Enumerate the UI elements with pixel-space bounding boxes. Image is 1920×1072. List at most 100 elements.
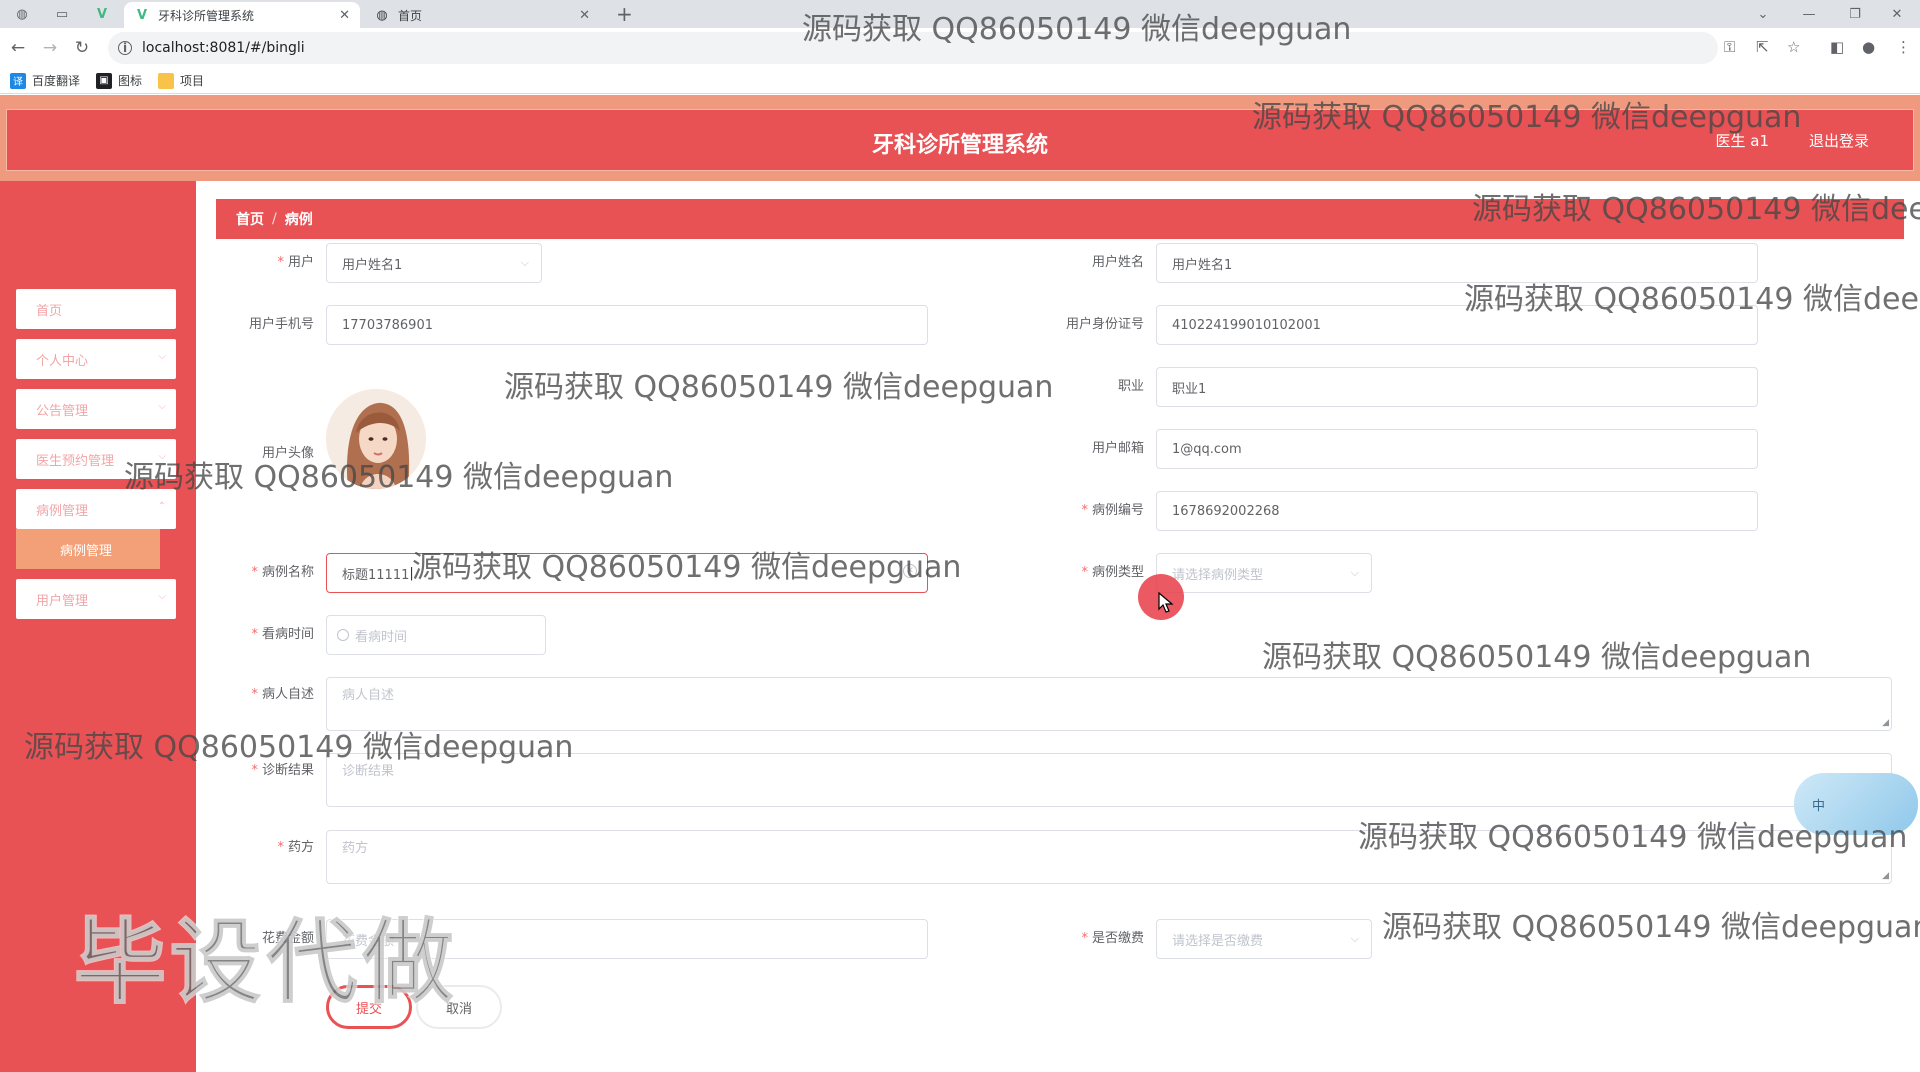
breadcrumb-current: 病例 — [284, 212, 313, 228]
diagnosis-label: * 诊断结果 — [251, 763, 314, 778]
self-report-label: * 病人自述 — [251, 687, 314, 702]
visit-time-picker[interactable]: 看病时间 — [326, 615, 546, 655]
vue-logo-icon: V — [136, 7, 148, 23]
diagnosis-placeholder: 诊断结果 — [342, 764, 395, 779]
id-card-label: 用户身份证号 — [1065, 317, 1144, 332]
clear-input-icon[interactable]: ✕ — [903, 564, 917, 578]
sidebar-item-label: 公告管理 — [36, 403, 89, 419]
profile-icon[interactable]: ● — [1862, 38, 1875, 56]
phone-value: 17703786901 — [342, 317, 433, 333]
phone-field[interactable]: 17703786901 — [326, 305, 928, 345]
diagnosis-textarea[interactable]: 诊断结果 ◢ — [326, 753, 1892, 807]
bookmarks-bar: 译 百度翻译 ▣ 图标 项目 — [0, 68, 1920, 94]
case-name-field[interactable]: 标题11111 | ✕ — [326, 553, 928, 593]
case-name-value: 标题11111 — [342, 567, 410, 583]
translate-icon: 译 — [10, 72, 26, 89]
case-type-label: * 病例类型 — [1081, 565, 1144, 580]
bookmark-icons[interactable]: ▣ 图标 — [96, 72, 142, 89]
avatar-portrait-icon — [326, 389, 426, 489]
self-report-placeholder: 病人自述 — [342, 688, 395, 703]
text-caret: | — [409, 565, 414, 581]
submenu-item-cases[interactable]: 病例管理 — [16, 529, 160, 569]
case-type-select[interactable]: 请选择病例类型 ⌵ — [1156, 553, 1372, 593]
ime-mode-label: 中 — [1812, 798, 1826, 814]
chevron-down-icon: ⌵ — [158, 401, 166, 412]
user-name-field[interactable]: 用户姓名1 — [1156, 243, 1758, 283]
email-label: 用户邮箱 — [1091, 441, 1144, 456]
forward-icon[interactable]: → — [38, 36, 62, 60]
sidebar-item-cases[interactable]: 病例管理 ⌃ — [16, 489, 176, 529]
phone-label: 用户手机号 — [248, 317, 314, 332]
browser-tab-active[interactable]: V 牙科诊所管理系统 ✕ — [124, 2, 360, 28]
chevron-down-icon: ⌵ — [520, 256, 529, 269]
bookmark-projects[interactable]: 项目 — [158, 72, 204, 89]
ime-widget[interactable]: 中 — [1794, 773, 1918, 835]
url-input[interactable]: i localhost:8081/#/bingli — [108, 32, 1718, 64]
sidebar-item-users[interactable]: 用户管理 ⌵ — [16, 579, 176, 619]
browser-tab-bar: ◍ ▭ V V 牙科诊所管理系统 ✕ ◍ 首页 ✕ + ⌄ — ❐ ✕ — [0, 0, 1920, 28]
close-window-icon[interactable]: ✕ — [1874, 0, 1920, 28]
key-icon[interactable]: ⚿ — [1724, 38, 1735, 56]
tab-search-chevron-icon[interactable]: ⌄ — [1740, 0, 1786, 28]
id-card-field[interactable]: 410224199010102001 — [1156, 305, 1758, 345]
case-no-field[interactable]: 1678692002268 — [1156, 491, 1758, 531]
user-name-label: 用户姓名 — [1091, 255, 1144, 270]
sidebar-item-appointments[interactable]: 医生预约管理 ⌵ — [16, 439, 176, 479]
resize-grip-icon[interactable]: ◢ — [1882, 718, 1889, 728]
sidebar-item-label: 用户管理 — [36, 593, 89, 609]
reload-icon[interactable]: ↻ — [70, 36, 94, 60]
restore-icon[interactable]: ❐ — [1832, 0, 1878, 28]
pinned-tab-vue-icon[interactable]: V — [90, 4, 114, 24]
bookmark-baidu-translate[interactable]: 译 百度翻译 — [10, 72, 80, 89]
browser-tab[interactable]: ◍ 首页 ✕ — [364, 2, 600, 28]
visit-time-placeholder: 看病时间 — [355, 629, 408, 645]
paid-placeholder: 请选择是否缴费 — [1172, 933, 1264, 949]
pinned-tab-page-icon[interactable]: ▭ — [50, 4, 74, 24]
url-text: localhost:8081/#/bingli — [142, 40, 305, 56]
paid-select[interactable]: 请选择是否缴费 ⌵ — [1156, 919, 1372, 959]
avatar[interactable] — [326, 389, 426, 489]
user-select[interactable]: 用户姓名1 ⌵ — [326, 243, 542, 283]
job-field[interactable]: 职业1 — [1156, 367, 1758, 407]
prescription-textarea[interactable]: 药方 ◢ — [326, 830, 1892, 884]
paid-label: * 是否缴费 — [1081, 931, 1144, 946]
tab-close-icon[interactable]: ✕ — [339, 8, 350, 23]
job-value: 职业1 — [1172, 381, 1207, 397]
minimize-icon[interactable]: — — [1786, 0, 1832, 28]
case-no-value: 1678692002268 — [1172, 503, 1280, 519]
side-panel-icon[interactable]: ◧ — [1830, 38, 1844, 56]
menu-dots-icon[interactable]: ⋮ — [1896, 38, 1911, 56]
new-tab-button[interactable]: + — [616, 2, 633, 26]
back-icon[interactable]: ← — [6, 36, 30, 60]
logout-link[interactable]: 退出登录 — [1809, 130, 1869, 151]
sidebar-item-personal[interactable]: 个人中心 ⌵ — [16, 339, 176, 379]
breadcrumb-separator: / — [272, 211, 277, 227]
address-bar: ← → ↻ i localhost:8081/#/bingli ⚿ ⇱ ☆ ◧ … — [0, 28, 1920, 68]
sidebar-item-label: 医生预约管理 — [36, 453, 115, 469]
star-icon[interactable]: ☆ — [1787, 38, 1800, 56]
prescription-placeholder: 药方 — [342, 841, 369, 856]
prescription-label: * 药方 — [277, 840, 314, 855]
self-report-textarea[interactable]: 病人自述 ◢ — [326, 677, 1892, 731]
case-name-label: * 病例名称 — [251, 565, 314, 580]
app-title: 牙科诊所管理系统 — [871, 133, 1048, 158]
sidebar-item-label: 病例管理 — [36, 503, 89, 519]
user-label: * 用户 — [277, 255, 314, 270]
chevron-down-icon: ⌵ — [158, 351, 166, 362]
visit-time-label: * 看病时间 — [251, 627, 314, 642]
sidebar-item-label: 个人中心 — [36, 353, 89, 369]
case-type-placeholder: 请选择病例类型 — [1172, 567, 1264, 583]
pinned-tab-globe-icon[interactable]: ◍ — [10, 4, 34, 24]
share-icon[interactable]: ⇱ — [1756, 38, 1769, 56]
breadcrumb-home[interactable]: 首页 — [236, 209, 264, 229]
email-field[interactable]: 1@qq.com — [1156, 429, 1758, 469]
mouse-cursor-icon — [1158, 592, 1174, 613]
id-card-value: 410224199010102001 — [1172, 317, 1321, 333]
site-info-icon[interactable]: i — [118, 41, 132, 55]
resize-grip-icon[interactable]: ◢ — [1882, 871, 1889, 881]
sidebar-item-notices[interactable]: 公告管理 ⌵ — [16, 389, 176, 429]
tab-close-icon[interactable]: ✕ — [579, 8, 590, 23]
image-icon: ▣ — [96, 72, 113, 89]
sidebar-item-home[interactable]: 首页 — [16, 289, 176, 329]
bookmark-label: 图标 — [118, 74, 143, 88]
